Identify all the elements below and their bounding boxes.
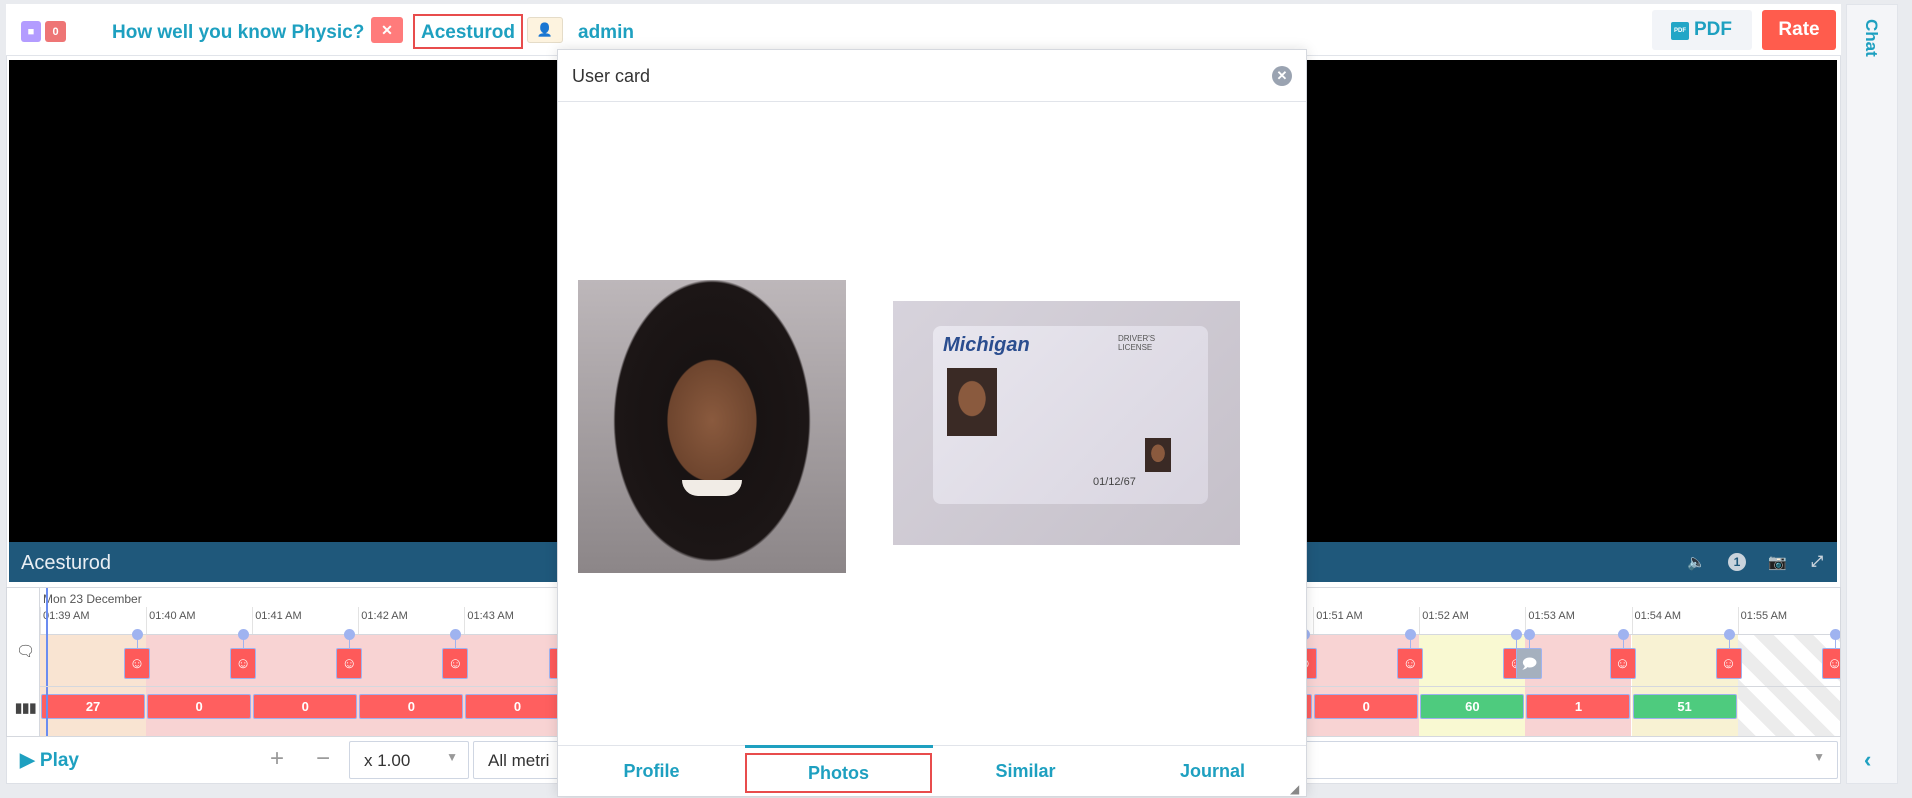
id-card-date: 01/12/67: [1093, 476, 1136, 488]
participants-count-icon[interactable]: 1: [1728, 553, 1746, 571]
tick-line: [1737, 607, 1739, 634]
face-detection-marker-icon[interactable]: ☺: [336, 648, 363, 679]
tick-label: 01:42 AM: [361, 610, 408, 622]
zoom-in-button[interactable]: +: [270, 745, 284, 773]
tick-line: [146, 607, 148, 634]
tick-line: [252, 607, 254, 634]
tick-label: 01:40 AM: [149, 610, 196, 622]
stop-badge[interactable]: ■: [21, 21, 41, 42]
chevron-left-icon[interactable]: ‹: [1864, 747, 1871, 773]
metric-bar[interactable]: 0: [465, 694, 570, 719]
id-document-photo[interactable]: Michigan DRIVER'S LICENSE 01/12/67: [893, 301, 1240, 545]
chat-sidebar[interactable]: Chat ‹: [1846, 4, 1898, 784]
face-photo[interactable]: [578, 280, 846, 573]
tab-similar[interactable]: Similar: [932, 746, 1119, 798]
metric-bar[interactable]: 0: [253, 694, 358, 719]
playhead[interactable]: [46, 588, 48, 736]
id-card: Michigan DRIVER'S LICENSE 01/12/67: [933, 326, 1208, 504]
modal-title: User card: [572, 66, 651, 86]
rate-button[interactable]: Rate: [1762, 10, 1836, 50]
metric-bar[interactable]: 0: [1314, 694, 1419, 719]
face-detection-marker-icon[interactable]: ☺: [1609, 648, 1636, 679]
exam-title[interactable]: How well you know Physic?: [112, 22, 364, 44]
chat-tab[interactable]: Chat: [1861, 19, 1881, 57]
face-detection-marker-icon[interactable]: ☺: [1715, 648, 1742, 679]
pdf-label: PDF: [1694, 19, 1732, 40]
metric-bar[interactable]: 1: [1526, 694, 1631, 719]
fullscreen-icon[interactable]: ⤢: [1808, 553, 1826, 571]
chat-message-marker-icon[interactable]: 🗩: [1516, 648, 1543, 679]
metric-bar[interactable]: 27: [41, 694, 146, 719]
user-link[interactable]: Acesturod: [413, 14, 523, 49]
tick-label: 01:55 AM: [1740, 610, 1788, 622]
tick-label: 01:39 AM: [43, 610, 90, 622]
proctor-icon: 👤: [527, 17, 563, 43]
play-icon: ▶: [20, 750, 40, 771]
tick-line: [1313, 607, 1315, 634]
user-card-modal: User card ✕ Michigan DRIVER'S LICENSE 01…: [557, 49, 1307, 797]
pdf-icon: PDF: [1671, 22, 1689, 40]
resize-handle[interactable]: ◢: [1290, 782, 1299, 796]
metric-bar[interactable]: 51: [1632, 694, 1737, 719]
tick-line: [358, 607, 360, 634]
user-off-icon: ✕: [371, 17, 403, 43]
camera-icon[interactable]: 📷: [1768, 553, 1787, 571]
tick-label: 01:54 AM: [1634, 610, 1681, 622]
marker-dot[interactable]: [1617, 629, 1629, 640]
modal-header: User card ✕: [558, 50, 1306, 102]
metric-bar[interactable]: 0: [359, 694, 464, 719]
active-tab-indicator: [745, 745, 933, 748]
id-card-state: Michigan: [943, 334, 1030, 356]
tab-photos[interactable]: Photos: [745, 753, 932, 793]
tick-line: [40, 607, 41, 634]
metrics-value: All metri: [488, 751, 550, 770]
chevron-down-icon: ▼: [446, 750, 458, 764]
metric-bar[interactable]: 60: [1420, 694, 1525, 719]
play-button[interactable]: ▶ Play: [20, 749, 79, 772]
tick-line: [1419, 607, 1421, 634]
tick-line: [464, 607, 466, 634]
zoom-out-button[interactable]: −: [316, 745, 330, 773]
volume-icon[interactable]: 🔈: [1687, 553, 1706, 571]
face-detection-marker-icon[interactable]: ☺: [124, 648, 151, 679]
chevron-down-icon: ▼: [1813, 750, 1825, 764]
pdf-button[interactable]: PDF PDF: [1652, 10, 1752, 50]
play-label: Play: [39, 750, 79, 771]
face-detection-marker-icon[interactable]: ☺: [1821, 648, 1840, 679]
user-name[interactable]: Acesturod: [421, 22, 515, 44]
marker-dot[interactable]: [1829, 629, 1840, 640]
tick-label: 01:43 AM: [467, 610, 514, 622]
marker-dot[interactable]: [1723, 629, 1735, 640]
metric-bar[interactable]: 0: [147, 694, 252, 719]
speed-select[interactable]: x 1.00 ▼: [349, 741, 469, 779]
id-card-portrait: [947, 368, 997, 436]
id-card-type: DRIVER'S LICENSE: [1118, 334, 1156, 352]
tab-journal[interactable]: Journal: [1119, 746, 1306, 798]
tick-label: 01:53 AM: [1528, 610, 1575, 622]
tab-profile[interactable]: Profile: [558, 746, 745, 798]
face-detection-marker-icon[interactable]: ☺: [230, 648, 257, 679]
tick-label: 01:52 AM: [1422, 610, 1469, 622]
close-icon[interactable]: ✕: [1272, 66, 1292, 86]
speed-value: x 1.00: [364, 751, 411, 770]
tick-label: 01:41 AM: [255, 610, 302, 622]
tick-label: 01:51 AM: [1316, 610, 1363, 622]
id-card-ghost-portrait: [1145, 438, 1171, 472]
tick-line: [1631, 607, 1633, 634]
proctor-name[interactable]: admin: [578, 22, 634, 44]
face-photo-smile: [682, 480, 742, 496]
face-detection-marker-icon[interactable]: ☺: [442, 648, 469, 679]
violations-count-badge: 0: [45, 21, 66, 42]
video-user-name: Acesturod: [21, 552, 112, 574]
face-detection-marker-icon[interactable]: ☺: [1397, 648, 1424, 679]
